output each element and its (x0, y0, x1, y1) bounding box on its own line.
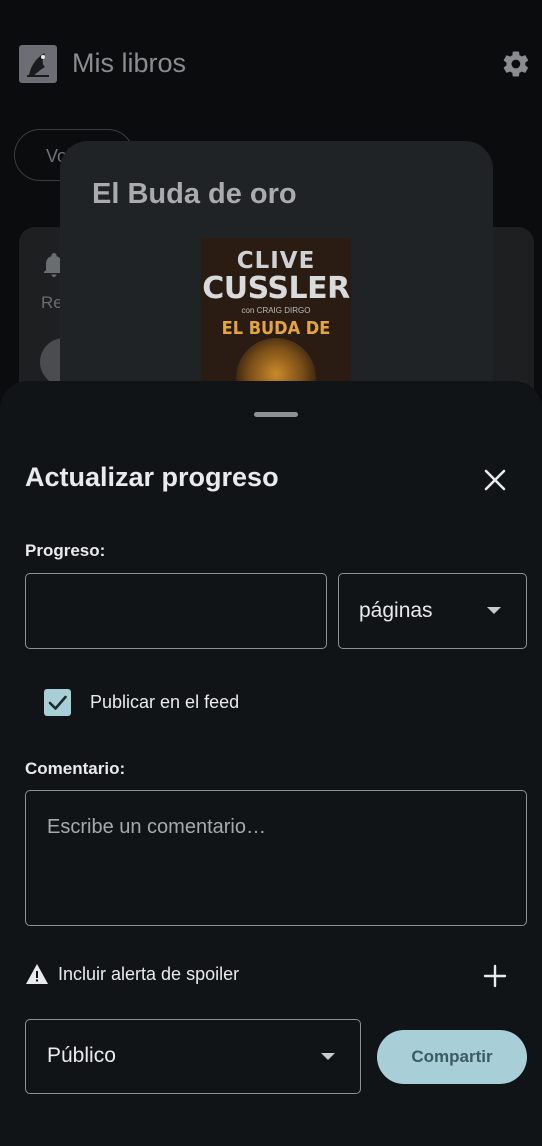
post-to-feed-label[interactable]: Publicar en el feed (90, 692, 239, 713)
book-cover-image: CLIVE CUSSLER con CRAIG DIRGO EL BUDA DE… (201, 238, 351, 388)
close-icon[interactable] (478, 463, 512, 497)
progress-input[interactable] (25, 573, 327, 649)
share-button[interactable]: Compartir (377, 1030, 527, 1084)
book-title: El Buda de oro (92, 178, 297, 210)
checkmark-icon (48, 695, 67, 710)
post-to-feed-checkbox[interactable] (44, 689, 71, 716)
comment-placeholder: Escribe un comentario… (47, 816, 266, 838)
drag-handle[interactable] (254, 412, 298, 417)
app-logo-icon (19, 45, 57, 83)
app-title: Mis libros (72, 48, 187, 78)
plus-icon[interactable] (482, 963, 508, 989)
chevron-down-icon (321, 1053, 335, 1060)
comment-textarea[interactable] (25, 790, 527, 926)
comment-label: Comentario: (25, 759, 126, 778)
warning-icon (26, 964, 48, 984)
sheet-title: Actualizar progreso (25, 462, 279, 492)
cover-author-last: CUSSLER (202, 271, 350, 306)
chevron-down-icon (487, 607, 501, 614)
cover-coauthor: con CRAIG DIRGO (241, 306, 311, 315)
gear-icon[interactable] (501, 49, 531, 79)
spoiler-alert-label[interactable]: Incluir alerta de spoiler (58, 964, 239, 985)
visibility-select-value: Público (47, 1044, 116, 1067)
unit-select-value: páginas (359, 599, 433, 622)
progress-label: Progreso: (25, 541, 106, 560)
